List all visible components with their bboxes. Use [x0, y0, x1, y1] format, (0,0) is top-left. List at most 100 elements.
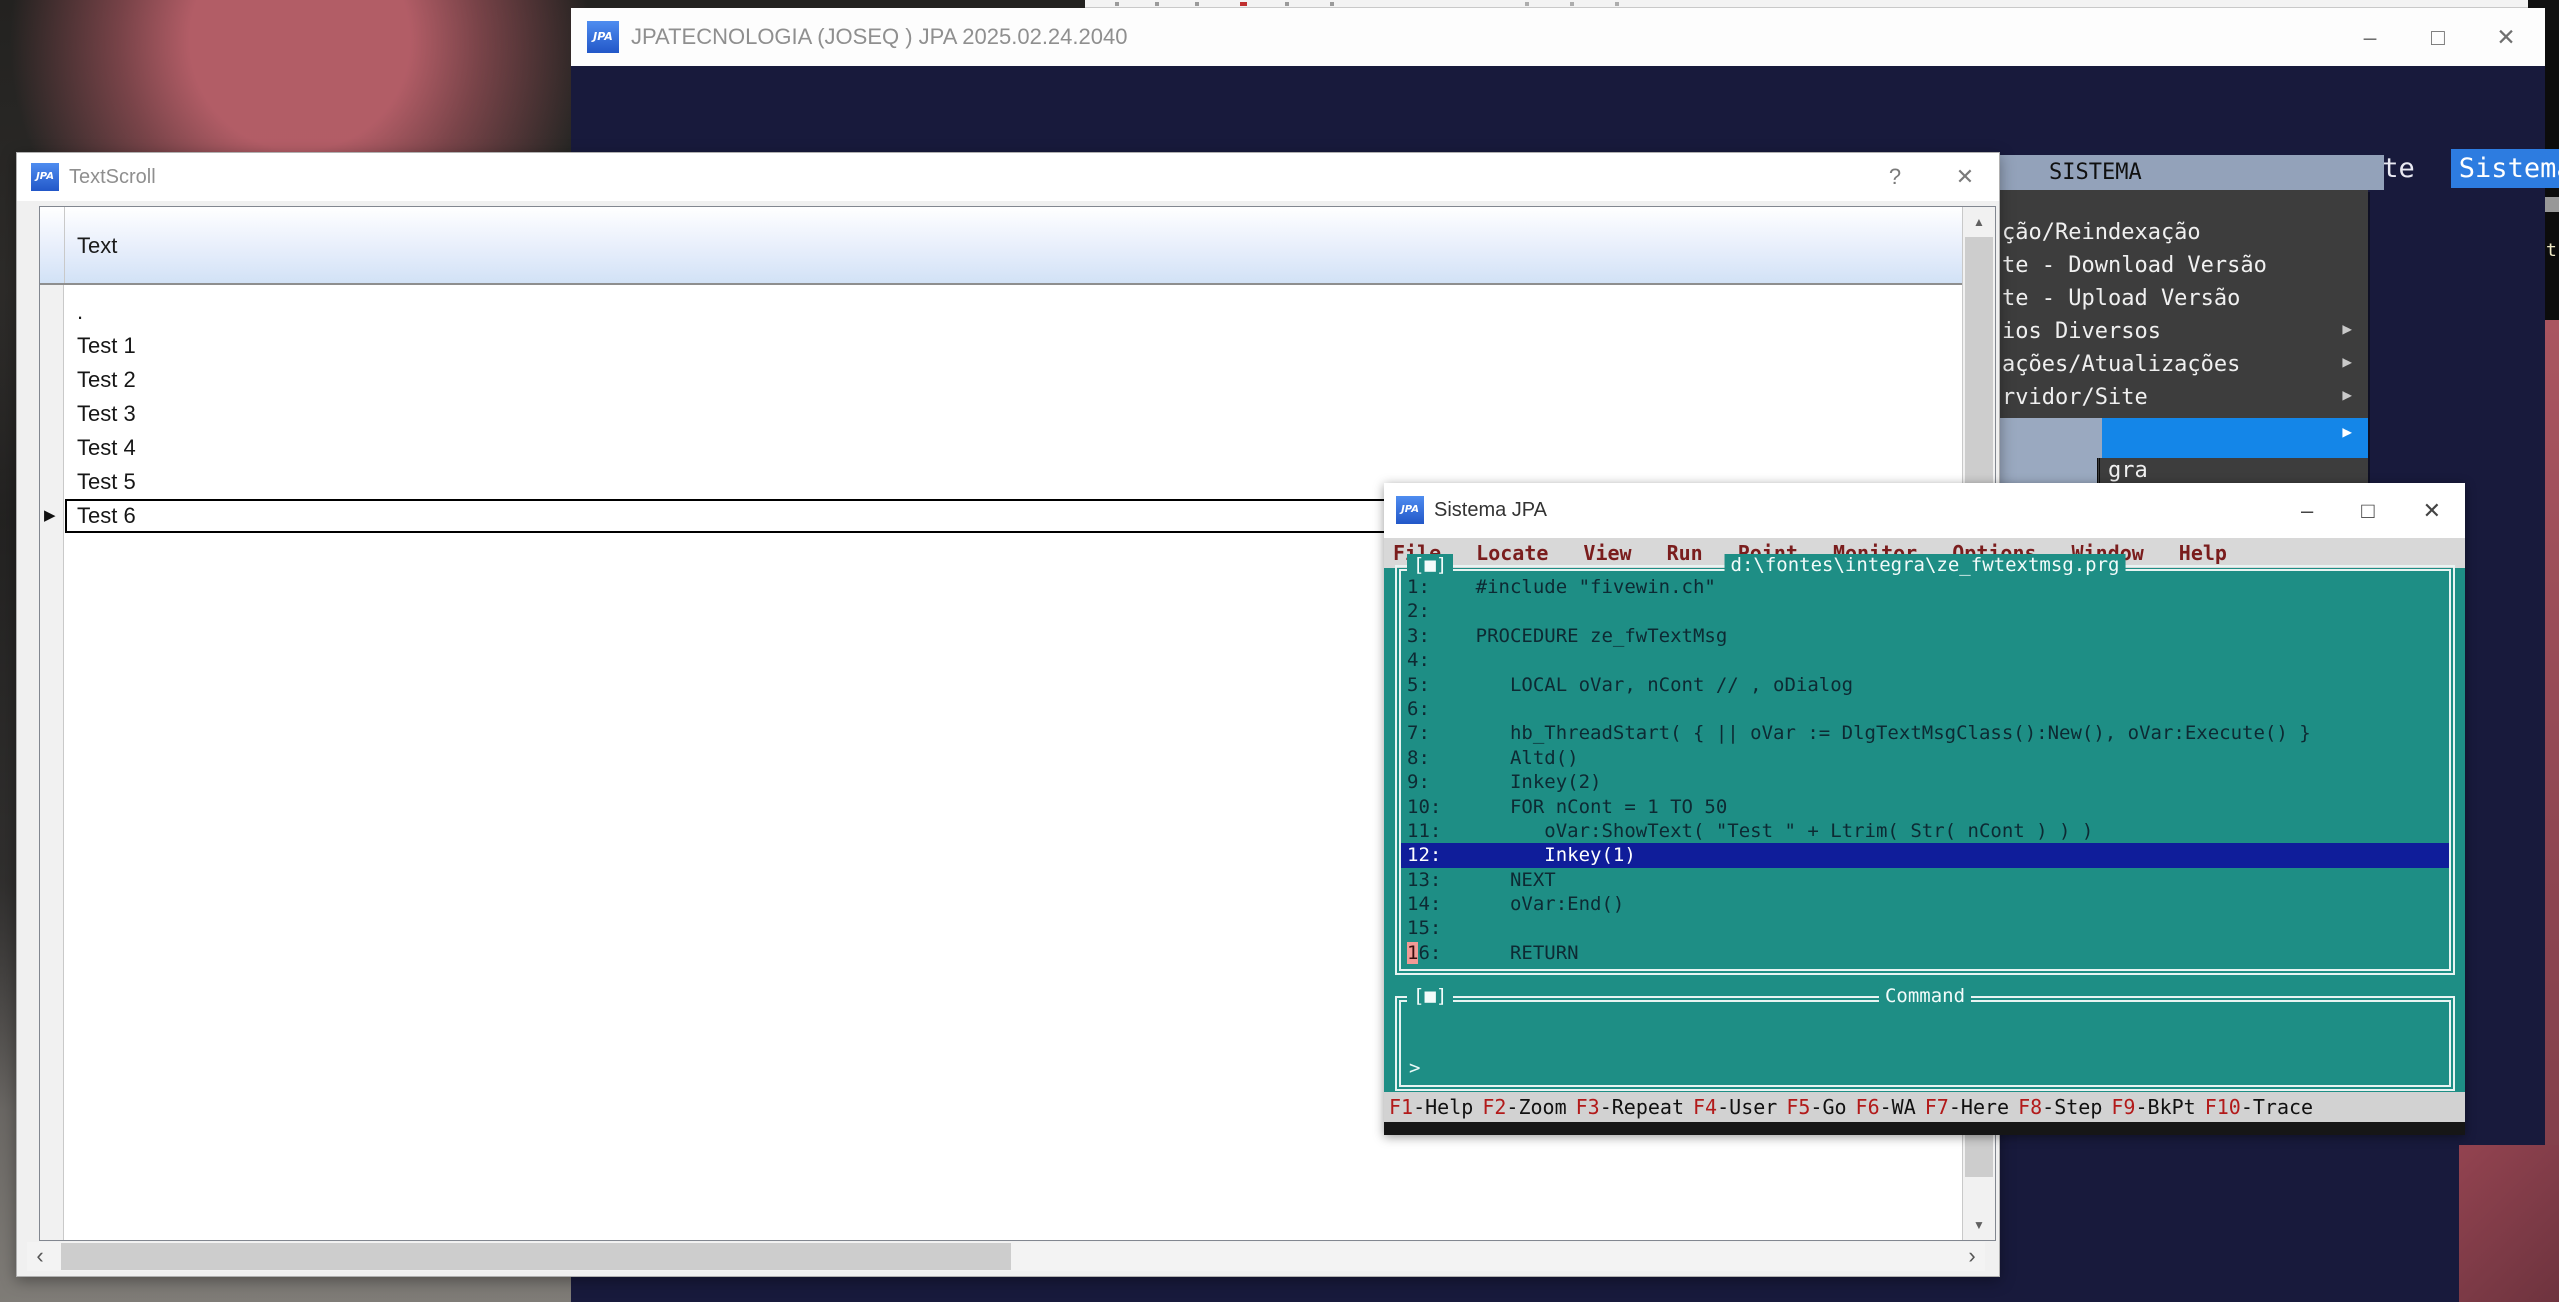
- panel-close-box[interactable]: [■]: [1407, 985, 1453, 1007]
- fkey-f5[interactable]: F5-Go: [1786, 1095, 1846, 1119]
- fkey-f3[interactable]: F3-Repeat: [1576, 1095, 1684, 1119]
- fkey-f6[interactable]: F6-WA: [1856, 1095, 1916, 1119]
- top-window-sliver: [1085, 0, 2528, 8]
- fkey-f2[interactable]: F2-Zoom: [1482, 1095, 1566, 1119]
- list-row--[interactable]: .: [65, 295, 1962, 329]
- code-line-16: 16: RETURN: [1407, 941, 2447, 965]
- menu-item-highlight: ▶: [2102, 418, 2368, 458]
- command-panel-title: Command: [1879, 985, 1971, 1007]
- maximize-button[interactable]: □: [2427, 24, 2449, 51]
- scroll-down-icon[interactable]: ▼: [1963, 1218, 1995, 1232]
- wallpaper-corner: [2459, 1145, 2559, 1302]
- submenu-partial-label: gra: [2097, 458, 2368, 486]
- background-window-bar: [2545, 197, 2559, 212]
- minimize-button[interactable]: –: [2359, 24, 2381, 51]
- cascading-submenu-fragment: gra: [1997, 458, 2368, 486]
- fkey-f8[interactable]: F8-Step: [2018, 1095, 2102, 1119]
- submenu-arrow-icon: ▶: [2342, 422, 2352, 441]
- debugger-titlebar[interactable]: JPA Sistema JPA – □ ✕: [1384, 483, 2465, 538]
- grid-column-header[interactable]: Text: [40, 207, 1962, 285]
- scroll-up-icon[interactable]: ▲: [1963, 215, 1995, 229]
- main-window-controls: – □ ✕: [2359, 8, 2517, 66]
- close-button[interactable]: ✕: [1945, 153, 1985, 201]
- fkey-name: F5: [1786, 1095, 1810, 1119]
- desktop: t JPA JPATECNOLOGIA (JOSEQ ) JPA 2025.02…: [0, 0, 2559, 1302]
- menu-item--o-reindexa-o[interactable]: ção/Reindexação: [1997, 220, 2368, 253]
- fkey-f1[interactable]: F1-Help: [1389, 1095, 1473, 1119]
- list-row-test-2[interactable]: Test 2: [65, 363, 1962, 397]
- fkey-action: -Zoom: [1506, 1095, 1566, 1119]
- fkey-name: F4: [1693, 1095, 1717, 1119]
- menu-item-te-upload-vers-o[interactable]: te - Upload Versão: [1997, 286, 2368, 319]
- app-logo-icon: JPA: [1396, 496, 1424, 524]
- scroll-left-icon[interactable]: ‹: [27, 1242, 53, 1271]
- fkey-action: -Here: [1949, 1095, 2009, 1119]
- header-divider: [64, 207, 65, 283]
- code-line-11: 11: oVar:ShowText( "Test " + Ltrim( Str(…: [1407, 819, 2447, 843]
- fkey-name: F6: [1856, 1095, 1880, 1119]
- menu-item-te-download-vers-o[interactable]: te - Download Versão: [1997, 253, 2368, 286]
- scroll-right-icon[interactable]: ›: [1959, 1242, 1985, 1271]
- menu-item-label: te - Download Versão: [2002, 253, 2267, 278]
- textscroll-titlebar[interactable]: JPA TextScroll ? ✕: [17, 153, 1999, 201]
- fkey-name: F2: [1482, 1095, 1506, 1119]
- fkey-name: F9: [2111, 1095, 2135, 1119]
- fkey-action: -BkPt: [2135, 1095, 2195, 1119]
- top-sliver-icons: [1115, 2, 1119, 6]
- debugger-menu-help[interactable]: Help: [2179, 541, 2227, 565]
- menu-item-left-fragment: [1997, 418, 2102, 458]
- horizontal-scrollbar-thumb[interactable]: [61, 1243, 1011, 1270]
- debugger-menu-view[interactable]: View: [1583, 541, 1631, 565]
- menu-item-rvidor-site[interactable]: rvidor/Site▶: [1997, 385, 2368, 418]
- code-line-15: 15:: [1407, 916, 2447, 940]
- minimize-button[interactable]: –: [2301, 498, 2313, 524]
- code-line-4: 4:: [1407, 648, 2447, 672]
- debugger-menu-run[interactable]: Run: [1667, 541, 1703, 565]
- code-line-12: 12: Inkey(1): [1401, 843, 2449, 867]
- help-button[interactable]: ?: [1875, 153, 1915, 201]
- fkey-name: F1: [1389, 1095, 1413, 1119]
- fkey-action: -Step: [2042, 1095, 2102, 1119]
- function-key-bar: F1-Help F2-Zoom F3-Repeat F4-User F5-Go F6-WA…: [1384, 1092, 2465, 1122]
- command-prompt: >: [1409, 1057, 1420, 1079]
- fkey-action: -Repeat: [1600, 1095, 1684, 1119]
- code-line-9: 9: Inkey(2): [1407, 770, 2447, 794]
- sistema-menu-header: SISTEMA: [1997, 155, 2384, 190]
- submenu-arrow-icon: ▶: [2342, 385, 2352, 404]
- fkey-action: -WA: [1880, 1095, 1916, 1119]
- menu-item-label: ações/Atualizações: [2002, 352, 2240, 377]
- menu-item-a-es-atualiza-es[interactable]: ações/Atualizações▶: [1997, 352, 2368, 385]
- sistema-dropdown-menu: SISTEMA ção/Reindexaçãote - Download Ver…: [1997, 155, 2384, 486]
- fkey-action: -Help: [1413, 1095, 1473, 1119]
- debug-cursor-block: 1: [1407, 942, 1418, 964]
- menu-item-selected[interactable]: ▶: [1997, 418, 2368, 458]
- code-line-2: 2:: [1407, 599, 2447, 623]
- main-titlebar[interactable]: JPA JPATECNOLOGIA (JOSEQ ) JPA 2025.02.2…: [571, 8, 2545, 66]
- fkey-f4[interactable]: F4-User: [1693, 1095, 1777, 1119]
- code-line-14: 14: oVar:End(): [1407, 892, 2447, 916]
- close-button[interactable]: ✕: [2495, 24, 2517, 51]
- menu-item-label: te - Upload Versão: [2002, 286, 2240, 311]
- code-line-7: 7: hb_ThreadStart( { || oVar := DlgTextM…: [1407, 721, 2447, 745]
- code-line-8: 8: Altd(): [1407, 746, 2447, 770]
- close-button[interactable]: ✕: [2423, 498, 2441, 524]
- list-row-test-4[interactable]: Test 4: [65, 431, 1962, 465]
- command-panel[interactable]: [■] Command >: [1395, 996, 2455, 1091]
- menubar-item-sistema[interactable]: Sistema: [2451, 149, 2559, 188]
- menu-item-label: ios Diversos: [2002, 319, 2161, 344]
- fkey-f7[interactable]: F7-Here: [1925, 1095, 2009, 1119]
- debugger-window: JPA Sistema JPA – □ ✕ FileLocateViewRunP…: [1384, 483, 2465, 1135]
- fkey-name: F7: [1925, 1095, 1949, 1119]
- fkey-f9[interactable]: F9-BkPt: [2111, 1095, 2195, 1119]
- sistema-menu-panel: ção/Reindexaçãote - Download Versão te - …: [1997, 190, 2368, 486]
- maximize-button[interactable]: □: [2361, 498, 2374, 524]
- fkey-f10[interactable]: F10-Trace: [2205, 1095, 2313, 1119]
- code-line-13: 13: NEXT: [1407, 868, 2447, 892]
- list-row-test-3[interactable]: Test 3: [65, 397, 1962, 431]
- debugger-menu-locate[interactable]: Locate: [1476, 541, 1548, 565]
- list-row-test-1[interactable]: Test 1: [65, 329, 1962, 363]
- column-header-label: Text: [77, 207, 117, 285]
- source-code-lines: 1: #include "fivewin.ch"2:3: PROCEDURE z…: [1401, 571, 2449, 969]
- menu-item-ios-diversos[interactable]: ios Diversos▶: [1997, 319, 2368, 352]
- horizontal-scrollbar[interactable]: ‹ ›: [27, 1242, 1985, 1271]
